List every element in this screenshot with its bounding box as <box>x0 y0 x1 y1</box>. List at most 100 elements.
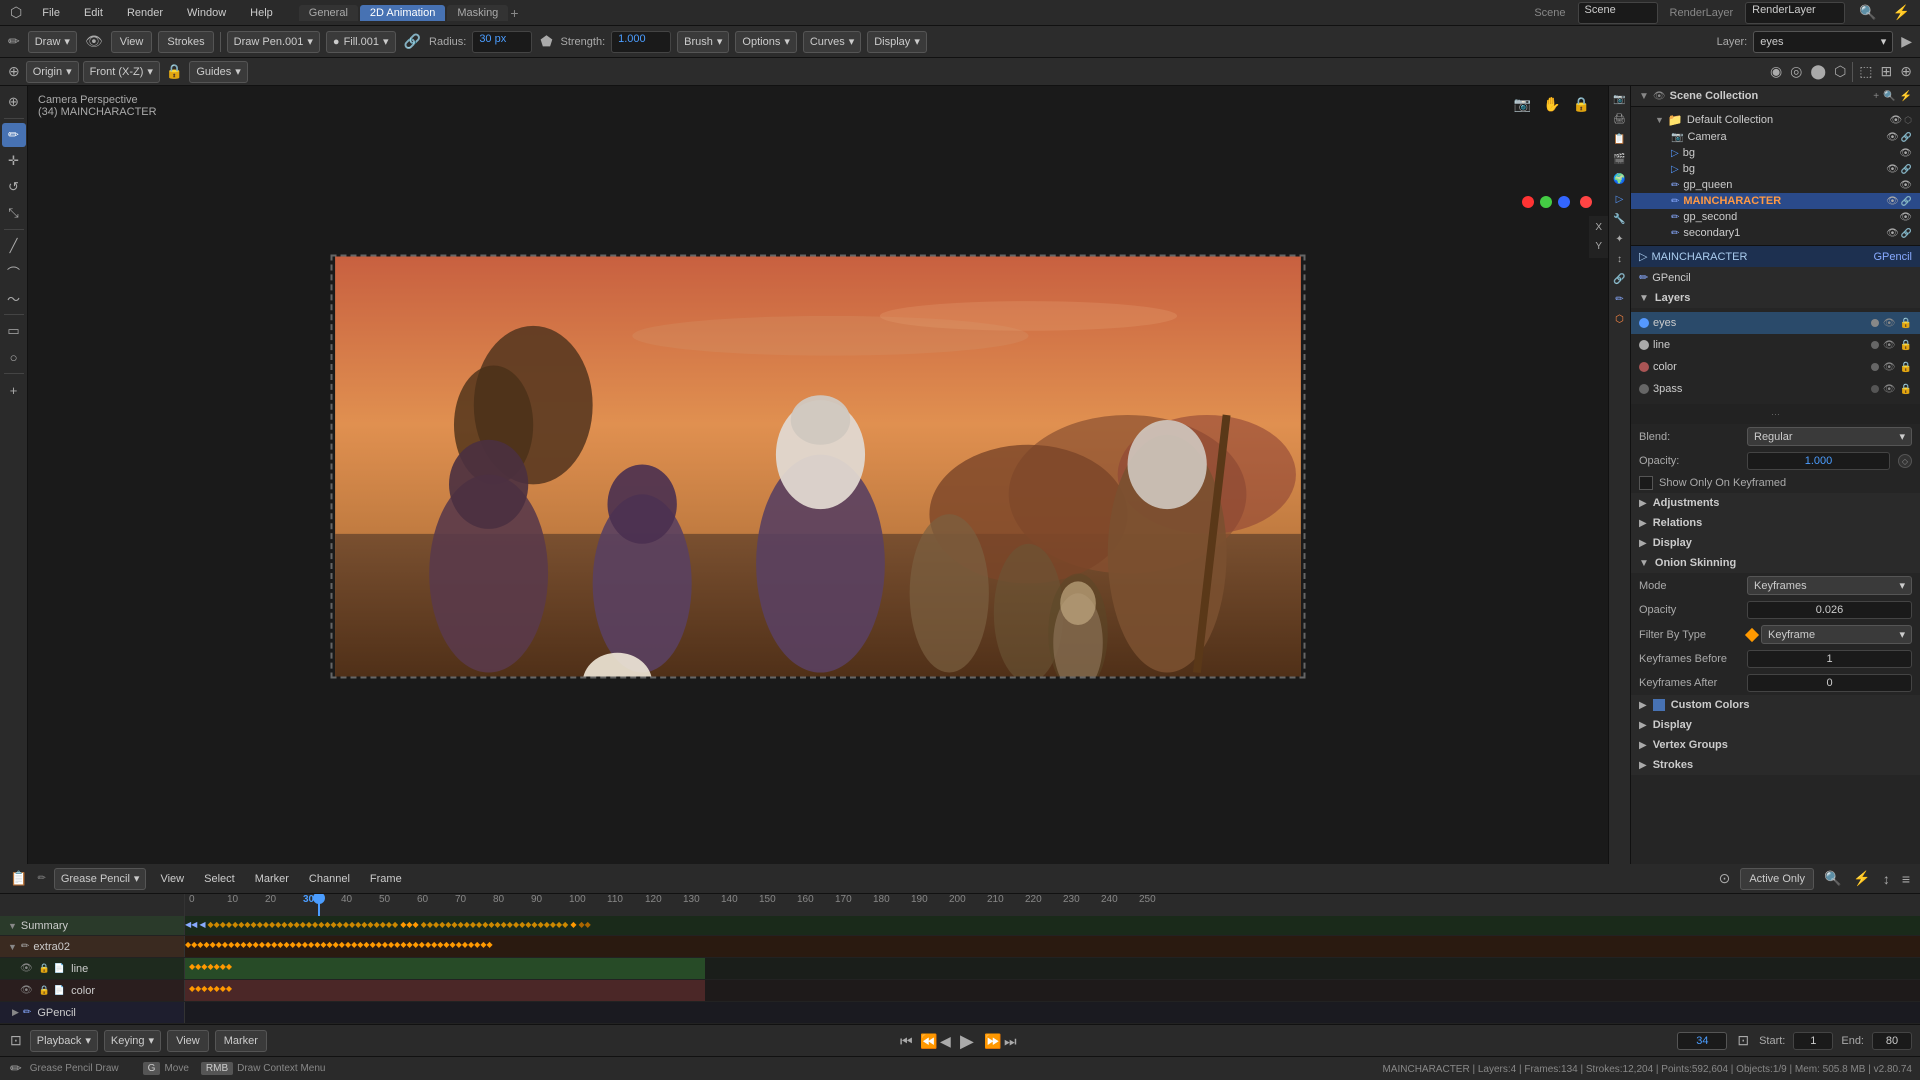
timeline-filter-icon[interactable]: ⚡ <box>1851 868 1872 889</box>
gpencil-caret[interactable]: ▶ <box>12 1007 19 1018</box>
timeline-marker-btn[interactable]: Marker <box>249 871 295 887</box>
camera-link[interactable]: 🔗 <box>1901 132 1912 143</box>
gizmo-x-icon[interactable]: X <box>1593 220 1604 235</box>
layer-eyes[interactable]: eyes 👁 🔒 <box>1631 312 1920 334</box>
onion-opacity-value[interactable]: 0.026 <box>1747 601 1912 619</box>
filter-icon[interactable]: ⚡ <box>1891 2 1912 23</box>
obj-props-icon[interactable]: ▷ <box>1611 190 1629 208</box>
end-frame-value[interactable]: 80 <box>1872 1032 1912 1050</box>
brush-btn[interactable]: Brush▾ <box>677 31 729 53</box>
gpqueen-eye[interactable]: 👁 <box>1899 180 1912 191</box>
view-layer-props-icon[interactable]: 📋 <box>1611 130 1629 148</box>
render-layer-selector[interactable]: RenderLayer <box>1745 2 1845 24</box>
timeline-more-icon[interactable]: ≡ <box>1900 869 1912 889</box>
scale-tool[interactable]: ⤡ <box>2 201 26 225</box>
menu-help[interactable]: Help <box>244 5 279 21</box>
add-tool[interactable]: + <box>2 378 26 402</box>
constraints-props-icon[interactable]: 🔗 <box>1611 270 1629 288</box>
color-track-file[interactable]: 📄 <box>54 985 65 996</box>
3pass-visibility[interactable]: 👁 <box>1883 384 1896 395</box>
line-track-file[interactable]: 📄 <box>54 963 65 974</box>
tab-add[interactable]: + <box>510 5 518 21</box>
start-frame-value[interactable]: 1 <box>1793 1032 1833 1050</box>
color-track-content[interactable]: ◆◆◆◆◆◆◆ <box>185 980 1920 1001</box>
extra02-caret[interactable]: ▼ <box>8 942 17 952</box>
collection-add-icon[interactable]: + <box>1873 91 1879 102</box>
jump-end-btn[interactable]: ⏭ <box>1004 1033 1020 1049</box>
curve-tool[interactable]: ⌒ <box>2 260 26 284</box>
collection-item-bg1[interactable]: ▷ bg 👁 <box>1631 145 1920 161</box>
lock-icon[interactable]: 🔒 <box>164 61 185 82</box>
color-visibility[interactable]: 👁 <box>1883 362 1896 373</box>
marker-playback-btn[interactable]: Marker <box>215 1030 267 1052</box>
line-track-lock[interactable]: 🔒 <box>39 963 50 974</box>
particles-props-icon[interactable]: ✦ <box>1611 230 1629 248</box>
viewport-shading-3[interactable]: ⬤ <box>1808 61 1828 82</box>
draw-tool[interactable]: ✏ <box>2 123 26 147</box>
timeline-mode-icon[interactable]: 📋 <box>8 868 29 889</box>
blender-logo[interactable]: ⬡ <box>8 2 24 23</box>
summary-track-content[interactable]: ◀◀ ◀ ◆◆◆◆◆◆◆◆◆◆◆◆◆◆◆◆◆◆◆◆◆◆◆◆◆◆◆◆◆◆◆ ◆◆◆… <box>185 916 1920 935</box>
play-btn[interactable]: ▶ <box>960 1031 980 1051</box>
modifier-props-icon[interactable]: 🔧 <box>1611 210 1629 228</box>
timeline-channel-btn[interactable]: Channel <box>303 871 356 887</box>
onion-toggle[interactable]: ▼ Onion Skinning <box>1631 553 1920 573</box>
viewport-shading-1[interactable]: ◉ <box>1768 61 1784 82</box>
color-track-lock[interactable]: 🔒 <box>39 985 50 996</box>
timeline-view-btn[interactable]: View <box>154 871 190 887</box>
transform-gizmo[interactable]: ⊕ <box>1898 61 1914 82</box>
timeline-select-btn[interactable]: Select <box>198 871 241 887</box>
draw-mode-selector[interactable]: Draw▾ <box>28 31 77 53</box>
color-track-eye[interactable]: 👁 <box>20 985 33 996</box>
collection-filter-icon[interactable]: ▼ <box>1639 91 1649 102</box>
circle-tool[interactable]: ○ <box>2 345 26 369</box>
collection-view-icon[interactable]: 👁 <box>1653 91 1666 102</box>
collection-filter2-icon[interactable]: ⚡ <box>1900 91 1912 102</box>
bg2-eye[interactable]: 👁 <box>1886 164 1899 175</box>
data-props-icon[interactable]: ✏ <box>1611 290 1629 308</box>
front-view-selector[interactable]: Front (X-Z)▾ <box>83 61 160 83</box>
menu-window[interactable]: Window <box>181 5 232 21</box>
frame-type-icon[interactable]: ⊡ <box>1735 1030 1751 1051</box>
timeline-frame-btn[interactable]: Frame <box>364 871 408 887</box>
cursor-tool[interactable]: ⊕ <box>2 90 26 114</box>
mode-icon[interactable]: ✏ <box>6 31 22 52</box>
radius-value[interactable]: 30 px <box>472 31 532 53</box>
options-btn[interactable]: Options▾ <box>735 31 796 53</box>
display-toggle[interactable]: ▶ Display <box>1631 533 1920 553</box>
collection-search-icon[interactable]: 🔍 <box>1883 91 1895 102</box>
line-visibility[interactable]: 👁 <box>1883 340 1896 351</box>
search-icon[interactable]: 🔍 <box>1857 2 1878 23</box>
onion-mode-selector[interactable]: Keyframes▾ <box>1747 576 1912 595</box>
relations-toggle[interactable]: ▶ Relations <box>1631 513 1920 533</box>
collection-item-mainchar[interactable]: ✏ MAINCHARACTER 👁 🔗 <box>1631 193 1920 209</box>
tab-general[interactable]: General <box>299 5 358 21</box>
jump-start-btn[interactable]: ⏮ <box>900 1033 916 1049</box>
gizmo-y-icon[interactable]: Y <box>1593 239 1604 254</box>
strokes-btn[interactable]: Strokes <box>158 31 213 53</box>
line-track-content[interactable]: ◆◆◆◆◆◆◆ <box>185 958 1920 979</box>
link-icon[interactable]: 🔗 <box>402 31 423 52</box>
smooth-tool[interactable]: 〜 <box>2 286 26 310</box>
layer-3pass[interactable]: 3pass 👁 🔒 <box>1631 378 1920 400</box>
keyframes-before-value[interactable]: 1 <box>1747 650 1912 668</box>
menu-edit[interactable]: Edit <box>78 5 109 21</box>
mainchar-link[interactable]: 🔗 <box>1901 196 1912 207</box>
radius-icon[interactable]: ⬟ <box>538 31 554 52</box>
scene-selector[interactable]: Scene <box>1578 2 1658 24</box>
scene-props-icon[interactable]: 🎬 <box>1611 150 1629 168</box>
summary-caret[interactable]: ▼ <box>8 921 17 931</box>
layer-line[interactable]: line 👁 🔒 <box>1631 334 1920 356</box>
layer-selector[interactable]: eyes▾ <box>1753 31 1893 53</box>
coll-render-icon[interactable]: ⬡ <box>1904 115 1912 126</box>
layer-color[interactable]: color 👁 🔒 <box>1631 356 1920 378</box>
strength-value[interactable]: 1.000 <box>611 31 671 53</box>
extra02-track-content[interactable]: ◆◆◆◆◆◆◆◆◆◆◆◆◆◆◆◆◆◆◆◆◆◆◆◆◆◆◆◆◆◆◆◆◆◆◆◆◆◆◆◆… <box>185 936 1920 957</box>
eyes-lock[interactable]: 🔒 <box>1900 318 1912 329</box>
output-props-icon[interactable]: 🖨 <box>1611 110 1629 128</box>
bg1-eye[interactable]: 👁 <box>1899 148 1912 159</box>
secondary1-link[interactable]: 🔗 <box>1901 228 1912 239</box>
sidebar-toggle[interactable]: ▶ <box>1899 31 1914 52</box>
vertex-groups-toggle[interactable]: ▶ Vertex Groups <box>1631 735 1920 755</box>
grease-pencil-selector[interactable]: Grease Pencil▾ <box>54 868 147 890</box>
